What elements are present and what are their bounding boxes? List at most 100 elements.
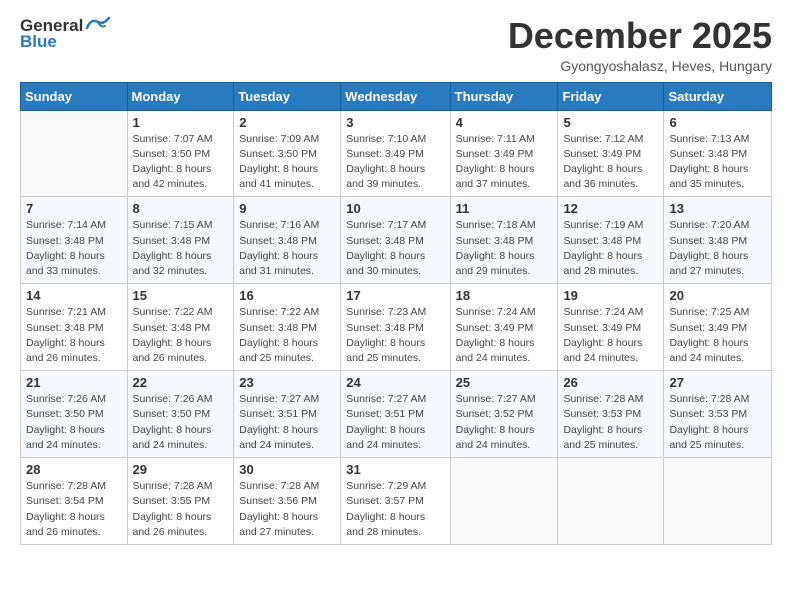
day-info: Sunrise: 7:26 AMSunset: 3:50 PMDaylight:… — [26, 392, 122, 453]
calendar-day-cell: 8 Sunrise: 7:15 AMSunset: 3:48 PMDaylight… — [127, 197, 234, 284]
calendar-week-row: 1Sunrise: 7:07 AMSunset: 3:50 PMDaylight… — [21, 110, 772, 197]
day-number: 2 — [239, 115, 335, 130]
calendar-day-cell: 3Sunrise: 7:10 AMSunset: 3:49 PMDaylight… — [341, 110, 450, 197]
calendar-day-cell: 30 Sunrise: 7:28 AMSunset: 3:56 PMDayligh… — [234, 458, 341, 545]
location-title: Gyongyoshalasz, Heves, Hungary — [508, 58, 772, 74]
weekday-header-cell: Wednesday — [341, 82, 450, 110]
calendar-day-cell: 4 Sunrise: 7:11 AMSunset: 3:49 PMDaylight… — [450, 110, 558, 197]
calendar-day-cell: 5 Sunrise: 7:12 AMSunset: 3:49 PMDaylight… — [558, 110, 664, 197]
calendar-day-cell — [558, 458, 664, 545]
day-info: Sunrise: 7:28 AMSunset: 3:56 PMDaylight:… — [239, 479, 335, 540]
day-info: Sunrise: 7:16 AMSunset: 3:48 PMDaylight:… — [239, 218, 335, 279]
day-number: 10 — [346, 201, 444, 216]
day-number: 26 — [563, 375, 658, 390]
logo-blue: Blue — [20, 32, 57, 52]
page-header: General Blue December 2025 Gyongyoshalas… — [20, 16, 772, 74]
title-area: December 2025 Gyongyoshalasz, Heves, Hun… — [508, 16, 772, 74]
day-info: Sunrise: 7:09 AMSunset: 3:50 PMDaylight:… — [239, 132, 335, 193]
day-number: 18 — [456, 288, 553, 303]
day-number: 7 — [26, 201, 122, 216]
calendar-day-cell — [21, 110, 128, 197]
calendar-week-row: 14 Sunrise: 7:21 AMSunset: 3:48 PMDayligh… — [21, 284, 772, 371]
day-number: 15 — [133, 288, 229, 303]
calendar-day-cell: 23Sunrise: 7:27 AMSunset: 3:51 PMDayligh… — [234, 371, 341, 458]
day-number: 4 — [456, 115, 553, 130]
day-info: Sunrise: 7:29 AMSunset: 3:57 PMDaylight:… — [346, 479, 444, 540]
calendar-day-cell: 17 Sunrise: 7:23 AMSunset: 3:48 PMDayligh… — [341, 284, 450, 371]
calendar-day-cell: 10Sunrise: 7:17 AMSunset: 3:48 PMDayligh… — [341, 197, 450, 284]
weekday-header-cell: Thursday — [450, 82, 558, 110]
day-number: 1 — [133, 115, 229, 130]
day-info: Sunrise: 7:28 AMSunset: 3:54 PMDaylight:… — [26, 479, 122, 540]
calendar-day-cell: 11 Sunrise: 7:18 AMSunset: 3:48 PMDayligh… — [450, 197, 558, 284]
day-number: 28 — [26, 462, 122, 477]
logo-icon — [85, 16, 111, 34]
day-number: 21 — [26, 375, 122, 390]
day-info: Sunrise: 7:22 AMSunset: 3:48 PMDaylight:… — [239, 305, 335, 366]
weekday-header-cell: Tuesday — [234, 82, 341, 110]
day-number: 31 — [346, 462, 444, 477]
day-info: Sunrise: 7:24 AMSunset: 3:49 PMDaylight:… — [563, 305, 658, 366]
day-info: Sunrise: 7:27 AMSunset: 3:52 PMDaylight:… — [456, 392, 553, 453]
weekday-header-cell: Monday — [127, 82, 234, 110]
day-number: 13 — [669, 201, 766, 216]
calendar-day-cell: 13 Sunrise: 7:20 AMSunset: 3:48 PMDayligh… — [664, 197, 772, 284]
calendar-day-cell — [664, 458, 772, 545]
day-info: Sunrise: 7:21 AMSunset: 3:48 PMDaylight:… — [26, 305, 122, 366]
day-info: Sunrise: 7:28 AMSunset: 3:55 PMDaylight:… — [133, 479, 229, 540]
day-info: Sunrise: 7:22 AMSunset: 3:48 PMDaylight:… — [133, 305, 229, 366]
day-info: Sunrise: 7:24 AMSunset: 3:49 PMDaylight:… — [456, 305, 553, 366]
day-info: Sunrise: 7:26 AMSunset: 3:50 PMDaylight:… — [133, 392, 229, 453]
day-info: Sunrise: 7:28 AMSunset: 3:53 PMDaylight:… — [669, 392, 766, 453]
calendar-day-cell: 9Sunrise: 7:16 AMSunset: 3:48 PMDaylight… — [234, 197, 341, 284]
calendar-day-cell: 19 Sunrise: 7:24 AMSunset: 3:49 PMDayligh… — [558, 284, 664, 371]
day-number: 16 — [239, 288, 335, 303]
calendar-day-cell: 14 Sunrise: 7:21 AMSunset: 3:48 PMDayligh… — [21, 284, 128, 371]
day-number: 25 — [456, 375, 553, 390]
day-info: Sunrise: 7:28 AMSunset: 3:53 PMDaylight:… — [563, 392, 658, 453]
day-info: Sunrise: 7:18 AMSunset: 3:48 PMDaylight:… — [456, 218, 553, 279]
calendar-day-cell: 6Sunrise: 7:13 AMSunset: 3:48 PMDaylight… — [664, 110, 772, 197]
day-number: 14 — [26, 288, 122, 303]
day-number: 5 — [563, 115, 658, 130]
day-info: Sunrise: 7:13 AMSunset: 3:48 PMDaylight:… — [669, 132, 766, 193]
day-number: 23 — [239, 375, 335, 390]
calendar-day-cell: 15 Sunrise: 7:22 AMSunset: 3:48 PMDayligh… — [127, 284, 234, 371]
calendar-week-row: 28 Sunrise: 7:28 AMSunset: 3:54 PMDayligh… — [21, 458, 772, 545]
calendar-day-cell: 12 Sunrise: 7:19 AMSunset: 3:48 PMDayligh… — [558, 197, 664, 284]
calendar-week-row: 7Sunrise: 7:14 AMSunset: 3:48 PMDaylight… — [21, 197, 772, 284]
day-number: 30 — [239, 462, 335, 477]
day-info: Sunrise: 7:19 AMSunset: 3:48 PMDaylight:… — [563, 218, 658, 279]
day-info: Sunrise: 7:11 AMSunset: 3:49 PMDaylight:… — [456, 132, 553, 193]
day-info: Sunrise: 7:15 AMSunset: 3:48 PMDaylight:… — [133, 218, 229, 279]
calendar-day-cell: 21 Sunrise: 7:26 AMSunset: 3:50 PMDayligh… — [21, 371, 128, 458]
logo: General Blue — [20, 16, 111, 52]
day-info: Sunrise: 7:20 AMSunset: 3:48 PMDaylight:… — [669, 218, 766, 279]
day-number: 19 — [563, 288, 658, 303]
weekday-header-row: SundayMondayTuesdayWednesdayThursdayFrid… — [21, 82, 772, 110]
day-number: 20 — [669, 288, 766, 303]
day-info: Sunrise: 7:23 AMSunset: 3:48 PMDaylight:… — [346, 305, 444, 366]
calendar-day-cell: 18 Sunrise: 7:24 AMSunset: 3:49 PMDayligh… — [450, 284, 558, 371]
calendar-day-cell: 26 Sunrise: 7:28 AMSunset: 3:53 PMDayligh… — [558, 371, 664, 458]
calendar-day-cell: 7Sunrise: 7:14 AMSunset: 3:48 PMDaylight… — [21, 197, 128, 284]
calendar-day-cell: 29Sunrise: 7:28 AMSunset: 3:55 PMDayligh… — [127, 458, 234, 545]
day-number: 11 — [456, 201, 553, 216]
day-number: 24 — [346, 375, 444, 390]
day-number: 12 — [563, 201, 658, 216]
calendar-day-cell: 27Sunrise: 7:28 AMSunset: 3:53 PMDayligh… — [664, 371, 772, 458]
calendar-week-row: 21 Sunrise: 7:26 AMSunset: 3:50 PMDayligh… — [21, 371, 772, 458]
calendar-day-cell: 2 Sunrise: 7:09 AMSunset: 3:50 PMDaylight… — [234, 110, 341, 197]
day-number: 8 — [133, 201, 229, 216]
calendar-day-cell: 20Sunrise: 7:25 AMSunset: 3:49 PMDayligh… — [664, 284, 772, 371]
day-number: 17 — [346, 288, 444, 303]
day-info: Sunrise: 7:12 AMSunset: 3:49 PMDaylight:… — [563, 132, 658, 193]
calendar-day-cell: 31 Sunrise: 7:29 AMSunset: 3:57 PMDayligh… — [341, 458, 450, 545]
calendar-day-cell: 25 Sunrise: 7:27 AMSunset: 3:52 PMDayligh… — [450, 371, 558, 458]
weekday-header-cell: Saturday — [664, 82, 772, 110]
calendar-day-cell: 24Sunrise: 7:27 AMSunset: 3:51 PMDayligh… — [341, 371, 450, 458]
calendar-day-cell: 22 Sunrise: 7:26 AMSunset: 3:50 PMDayligh… — [127, 371, 234, 458]
day-number: 22 — [133, 375, 229, 390]
weekday-header-cell: Friday — [558, 82, 664, 110]
calendar-day-cell — [450, 458, 558, 545]
